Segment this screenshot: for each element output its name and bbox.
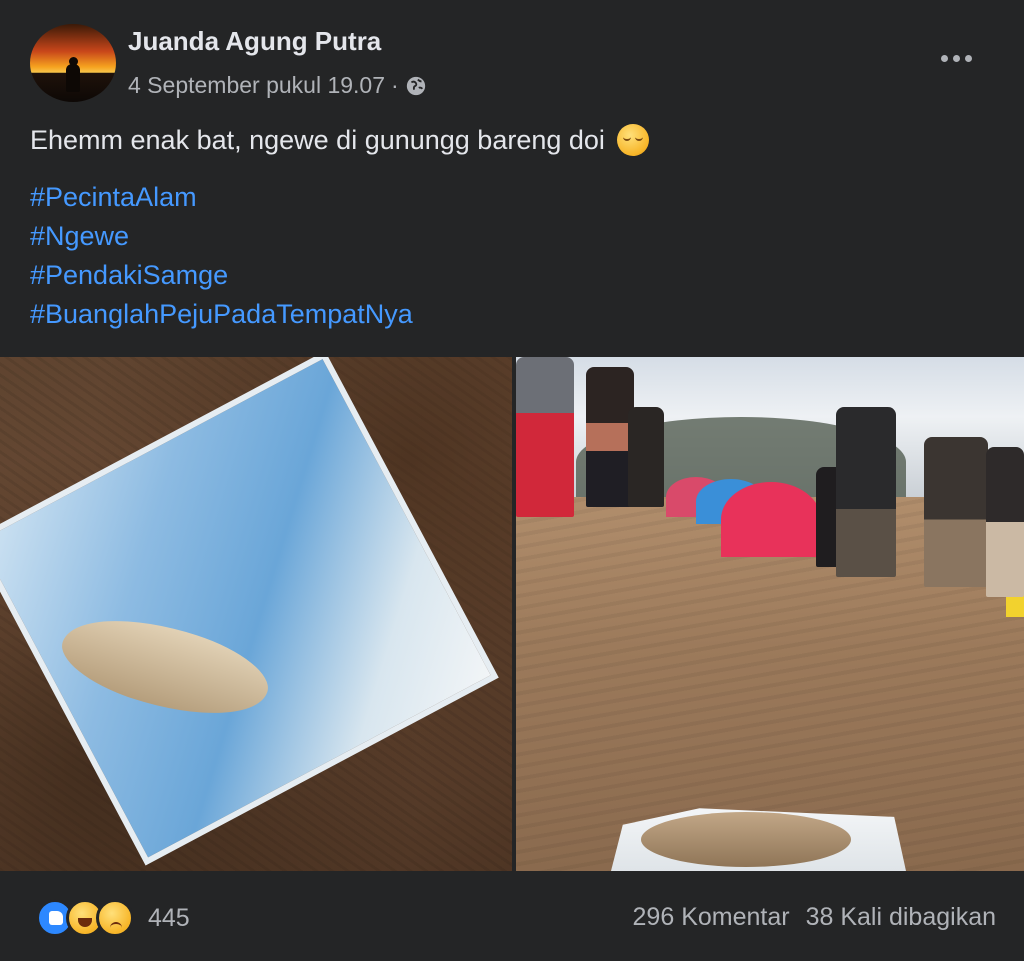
dot-icon — [964, 54, 972, 62]
post-timestamp[interactable]: 4 September pukul 19.07 — [128, 72, 385, 99]
hashtag-link[interactable]: #PendakiSamge — [30, 256, 413, 295]
wrapper-contents — [641, 812, 851, 867]
hashtag-link[interactable]: #PecintaAlam — [30, 178, 413, 217]
author-name[interactable]: Juanda Agung Putra — [128, 26, 381, 57]
author-avatar[interactable] — [30, 24, 116, 102]
photo-campsite[interactable] — [516, 357, 1024, 871]
torn-packet-image — [0, 357, 499, 866]
avatar-silhouette-body — [66, 64, 80, 92]
person-figure — [516, 357, 574, 517]
post-meta: 4 September pukul 19.07 · — [128, 72, 427, 99]
post-text: Ehemm enak bat, ngewe di gunungg bareng … — [30, 124, 649, 156]
shares-count-link[interactable]: 38 Kali dibagikan — [806, 903, 996, 932]
photo-grid — [0, 357, 1024, 871]
hashtag-link[interactable]: #Ngewe — [30, 217, 413, 256]
more-options-button[interactable] — [936, 44, 976, 72]
meta-separator: · — [391, 72, 399, 98]
person-figure — [586, 367, 634, 507]
person-figure — [836, 407, 896, 577]
post-footer: 445 296 Komentar 38 Kali dibagikan — [0, 871, 1024, 961]
facebook-post: Juanda Agung Putra 4 September pukul 19.… — [0, 0, 1024, 961]
sad-icon — [96, 899, 134, 937]
comments-count-link[interactable]: 296 Komentar — [633, 903, 790, 932]
hashtag-list: #PecintaAlam #Ngewe #PendakiSamge #Buang… — [30, 178, 413, 334]
reactions-summary[interactable]: 445 — [36, 899, 190, 937]
reaction-count: 445 — [148, 903, 190, 932]
dot-icon — [952, 54, 960, 62]
tent-shape — [721, 482, 821, 557]
hashtag-link[interactable]: #BuanglahPejuPadaTempatNya — [30, 295, 413, 334]
person-figure — [628, 407, 664, 507]
dot-icon — [940, 54, 948, 62]
person-figure — [924, 437, 988, 587]
person-figure — [986, 447, 1024, 597]
engagement-stats: 296 Komentar 38 Kali dibagikan — [633, 903, 996, 932]
relieved-face-emoji-icon — [616, 124, 649, 156]
post-message: Ehemm enak bat, ngewe di gunungg bareng … — [30, 124, 605, 155]
photo-ground-packet[interactable] — [0, 357, 512, 871]
globe-icon[interactable] — [405, 75, 427, 97]
